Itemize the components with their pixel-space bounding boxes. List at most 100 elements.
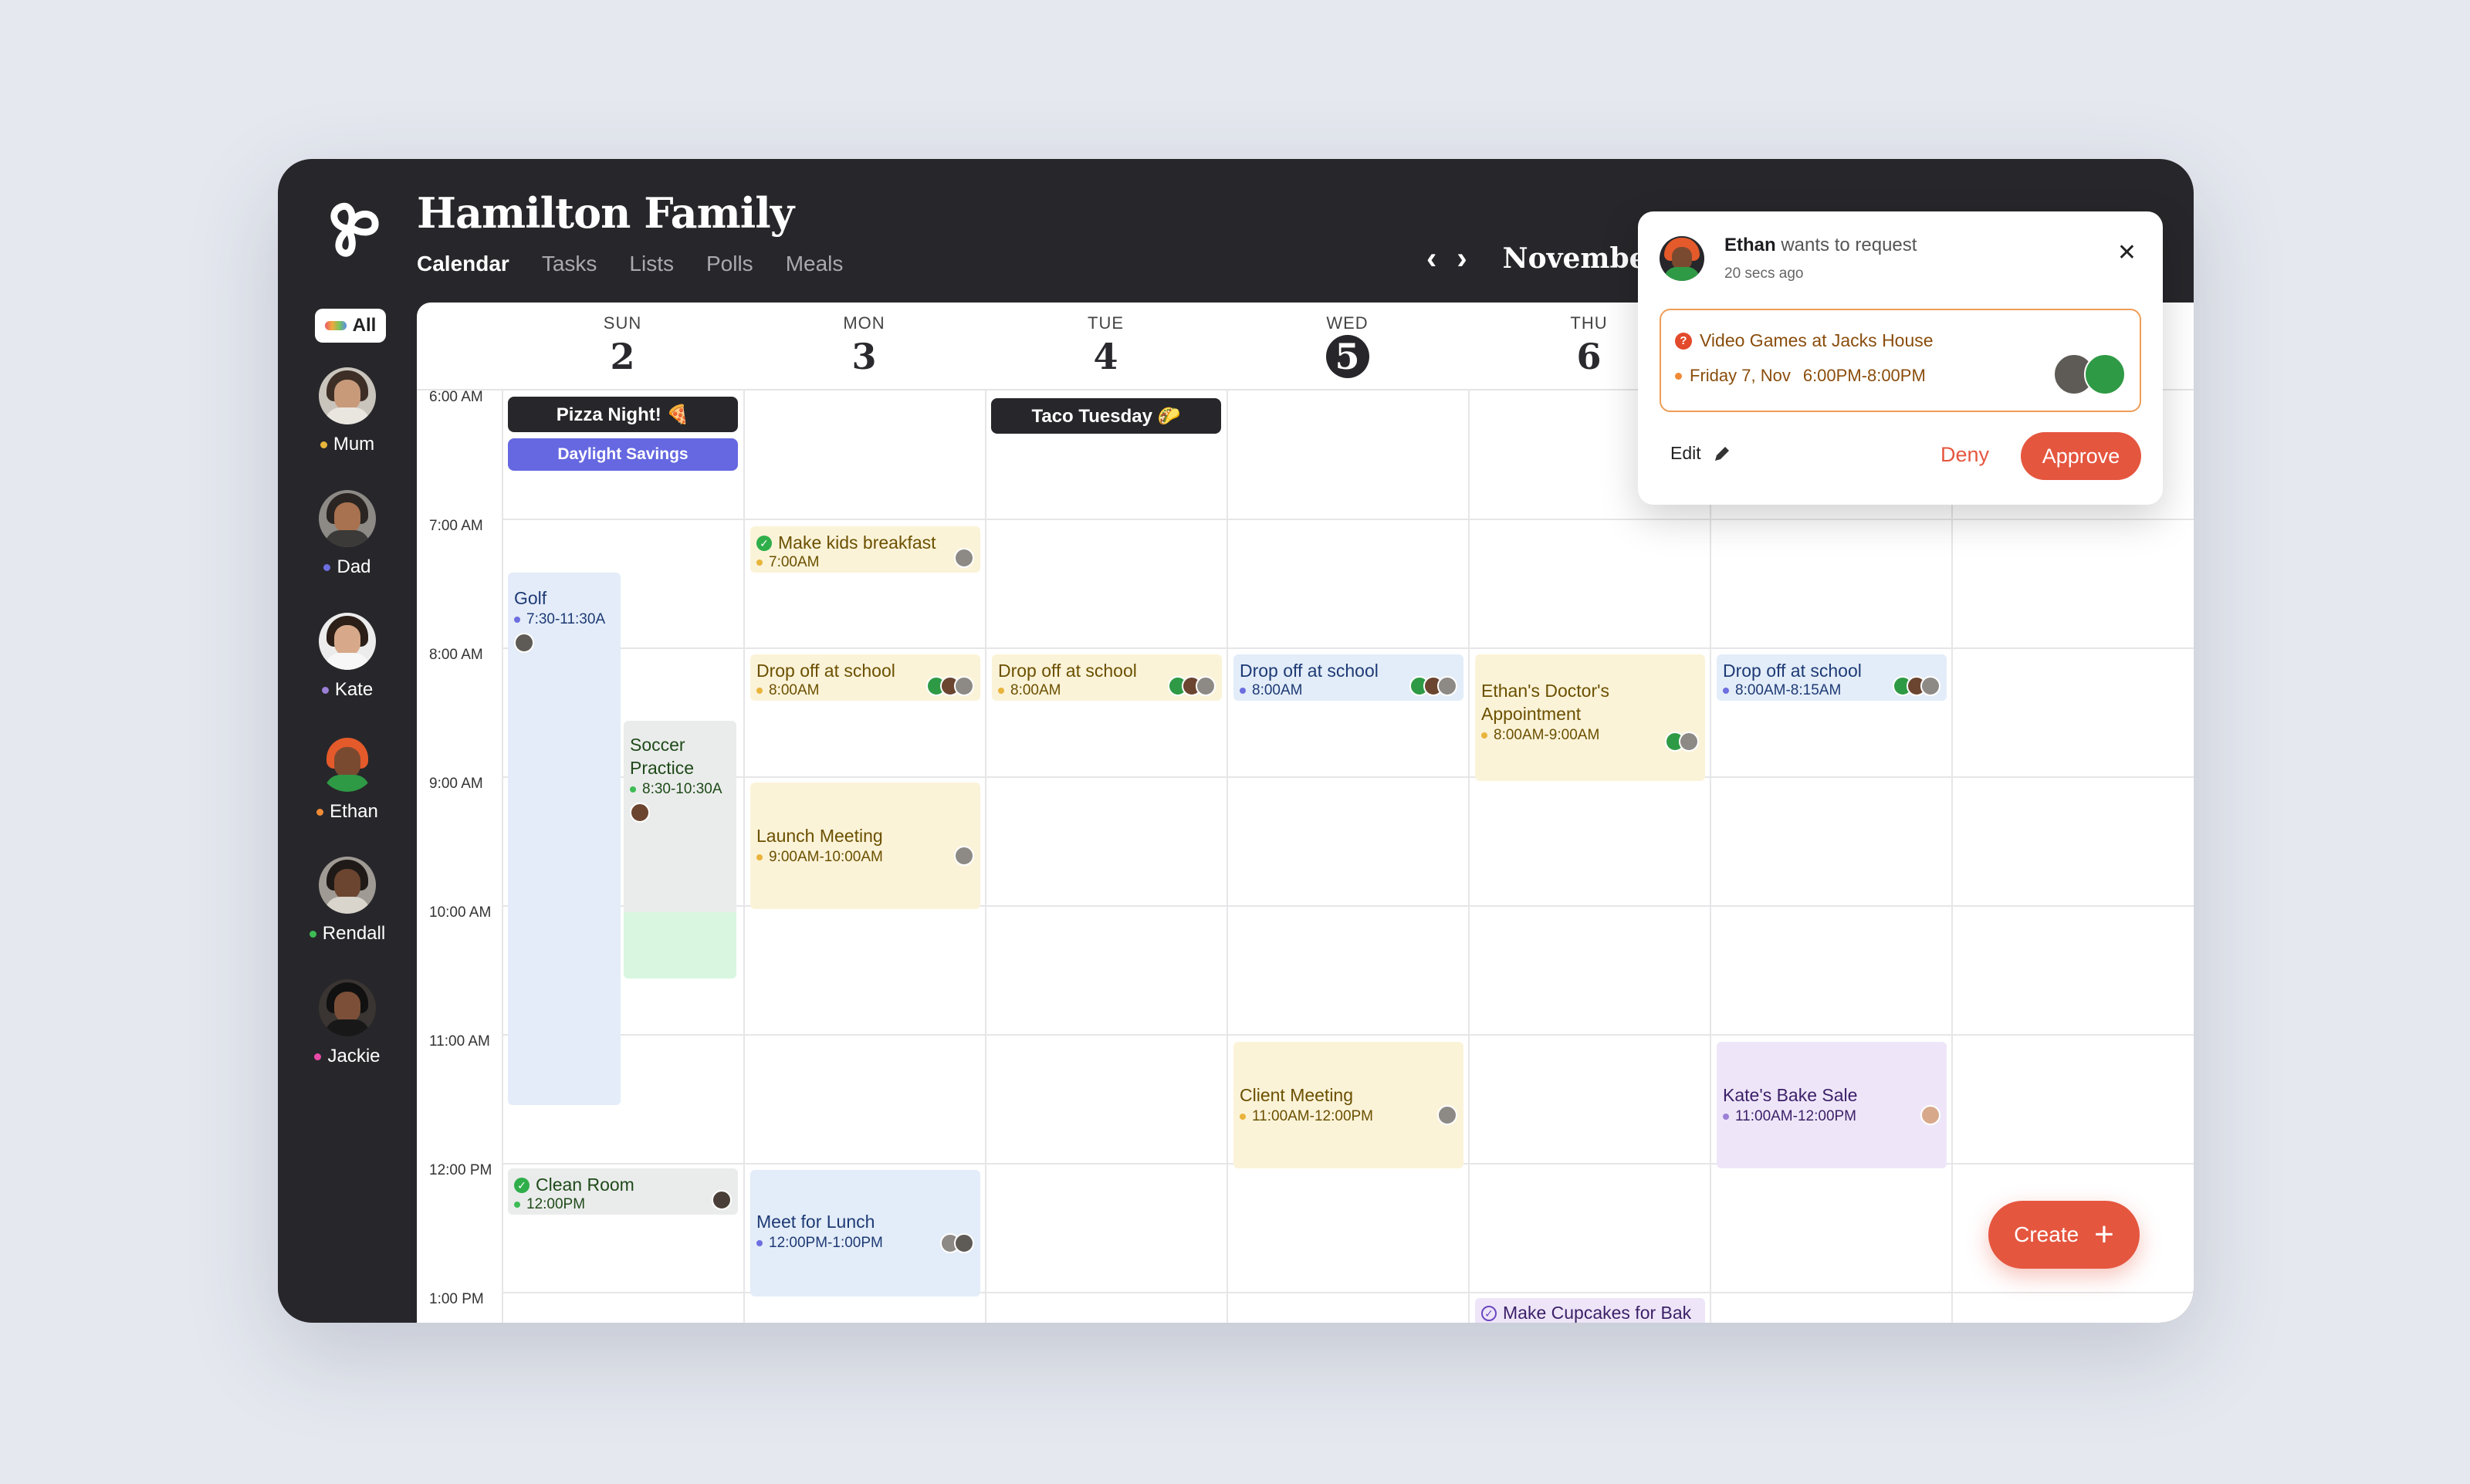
event-time-text: 8:00AM-9:00AM [1494,727,1600,743]
event-time: 11:00AM-12:00PM [1240,1108,1457,1125]
day-header-wed[interactable]: WED 5 [1227,313,1468,378]
event-time-text: 8:00AM [1252,682,1303,698]
member-kate[interactable]: Kate [278,613,417,701]
column-divider [1227,389,1228,1323]
event-title: Golf [514,588,547,608]
chevron-left-icon[interactable]: ‹ [1426,243,1436,274]
app-logo-icon [330,202,379,257]
event-time: 7:00AM [756,554,974,571]
nav-polls[interactable]: Polls [706,252,753,276]
member-ethan[interactable]: Ethan [278,735,417,823]
requester-name: Ethan [1724,235,1776,255]
all-label: All [352,315,377,336]
time-label: 1:00 PM [429,1291,484,1307]
event-clean-room[interactable]: ✓ Clean Room 12:00PM [508,1168,738,1215]
attendee-avatar [1679,732,1699,752]
color-dot [1675,372,1682,380]
event-drop-off-tue[interactable]: Drop off at school 8:00AM [992,654,1222,701]
attendee-avatar [1196,676,1216,696]
member-name: Ethan [330,801,378,822]
approve-button[interactable]: Approve [2021,432,2141,480]
event-make-kids-breakfast[interactable]: ✓ Make kids breakfast 7:00AM [750,526,980,573]
chevron-right-icon[interactable]: › [1457,243,1467,274]
pizza-night-chip[interactable]: Pizza Night! 🍕 [508,397,738,432]
event-time-text: 8:00AM-8:15AM [1735,682,1842,698]
event-doctors-appointment[interactable]: Ethan's Doctor's Appointment 8:00AM-9:00… [1475,654,1705,781]
request-popup: Ethan wants to request 20 secs ago ✕ ? V… [1638,211,2163,505]
pencil-icon [1714,446,1729,461]
event-golf[interactable]: Golf 7:30-11:30A [508,573,621,1105]
column-divider [743,389,745,1323]
today-indicator: 5 [1227,335,1468,378]
member-mum[interactable]: Mum [278,367,417,455]
request-message: Ethan wants to request [1724,235,1917,256]
event-title: Make kids breakfast [778,532,936,553]
requested-event-date: Friday 7, Nov [1690,366,1791,385]
day-header-mon[interactable]: MON 3 [743,313,985,378]
event-drop-off-wed[interactable]: Drop off at school 8:00AM [1233,654,1463,701]
event-title: Soccer Practice [630,735,695,778]
event-time-text: 12:00PM-1:00PM [769,1235,883,1251]
event-time: 7:30-11:30A [514,611,614,628]
member-rendall[interactable]: Rendall [278,857,417,945]
daylight-savings-chip[interactable]: Daylight Savings [508,438,738,471]
member-dad[interactable]: Dad [278,490,417,578]
close-icon[interactable]: ✕ [2117,239,2137,266]
event-drop-off-mon[interactable]: Drop off at school 8:00AM [750,654,980,701]
requested-event-time: 6:00PM-8:00PM [1802,366,1926,385]
nav-calendar[interactable]: Calendar [417,252,509,276]
day-header-sun[interactable]: SUN 2 [502,313,743,378]
nav-meals[interactable]: Meals [786,252,844,276]
member-jackie[interactable]: Jackie [278,979,417,1067]
all-members-button[interactable]: All [315,309,386,343]
edit-button[interactable]: Edit [1670,443,1732,464]
day-number: 3 [851,336,877,377]
color-dot [321,686,329,694]
event-bake-sale[interactable]: Kate's Bake Sale 11:00AM-12:00PM [1717,1042,1947,1168]
create-button[interactable]: Create + [1988,1201,2140,1269]
attendee-avatar [1920,1105,1940,1125]
event-time-text: 11:00AM-12:00PM [1252,1108,1374,1124]
event-drop-off-fri[interactable]: Drop off at school 8:00AM-8:15AM [1717,654,1947,701]
day-number: 2 [610,336,635,377]
column-divider [1710,389,1711,1323]
day-number: 4 [1093,336,1118,377]
day-name: MON [843,313,885,333]
event-make-cupcakes[interactable]: ✓ Make Cupcakes for Bak [1475,1298,1705,1323]
event-client-meeting[interactable]: Client Meeting 11:00AM-12:00PM [1233,1042,1463,1168]
time-label: 6:00 AM [429,389,483,405]
event-time-text: 11:00AM-12:00PM [1735,1108,1857,1124]
member-name: Rendall [322,923,386,944]
check-icon: ✓ [756,536,772,551]
event-title: Clean Room [536,1175,634,1195]
question-icon: ? [1675,332,1692,350]
day-name: SUN [603,313,642,333]
event-meet-for-lunch[interactable]: Meet for Lunch 12:00PM-1:00PM [750,1170,980,1296]
day-header-tue[interactable]: TUE 4 [985,313,1227,378]
member-name: Kate [334,679,374,700]
event-time: 12:00PM [514,1196,732,1213]
time-label: 12:00 PM [429,1162,492,1178]
attendee-avatar [954,1233,974,1253]
family-title: Hamilton Family [417,188,794,238]
nav-lists[interactable]: Lists [629,252,674,276]
avatar [319,979,376,1036]
member-name: Mum [333,434,375,455]
requested-event-when: Friday 7, Nov 6:00PM-8:00PM [1675,366,1926,386]
hour-divider [502,519,2194,520]
nav-tasks[interactable]: Tasks [542,252,597,276]
event-title: Kate's Bake Sale [1723,1085,1858,1105]
event-time-text: 7:00AM [769,554,820,570]
member-name: Dad [337,556,371,577]
taco-tuesday-chip[interactable]: Taco Tuesday 🌮 [991,398,1221,434]
color-dot [316,808,324,816]
event-title: Launch Meeting [756,826,883,846]
edit-label: Edit [1670,443,1701,463]
requested-event-card[interactable]: ? Video Games at Jacks House Friday 7, N… [1660,309,2141,412]
soccer-overflow [624,912,736,979]
day-number: 5 [1325,335,1369,378]
deny-button[interactable]: Deny [1940,443,1989,467]
event-launch-meeting[interactable]: Launch Meeting 9:00AM-10:00AM [750,783,980,909]
avatar [319,367,376,424]
event-time-text: 12:00PM [526,1196,586,1212]
